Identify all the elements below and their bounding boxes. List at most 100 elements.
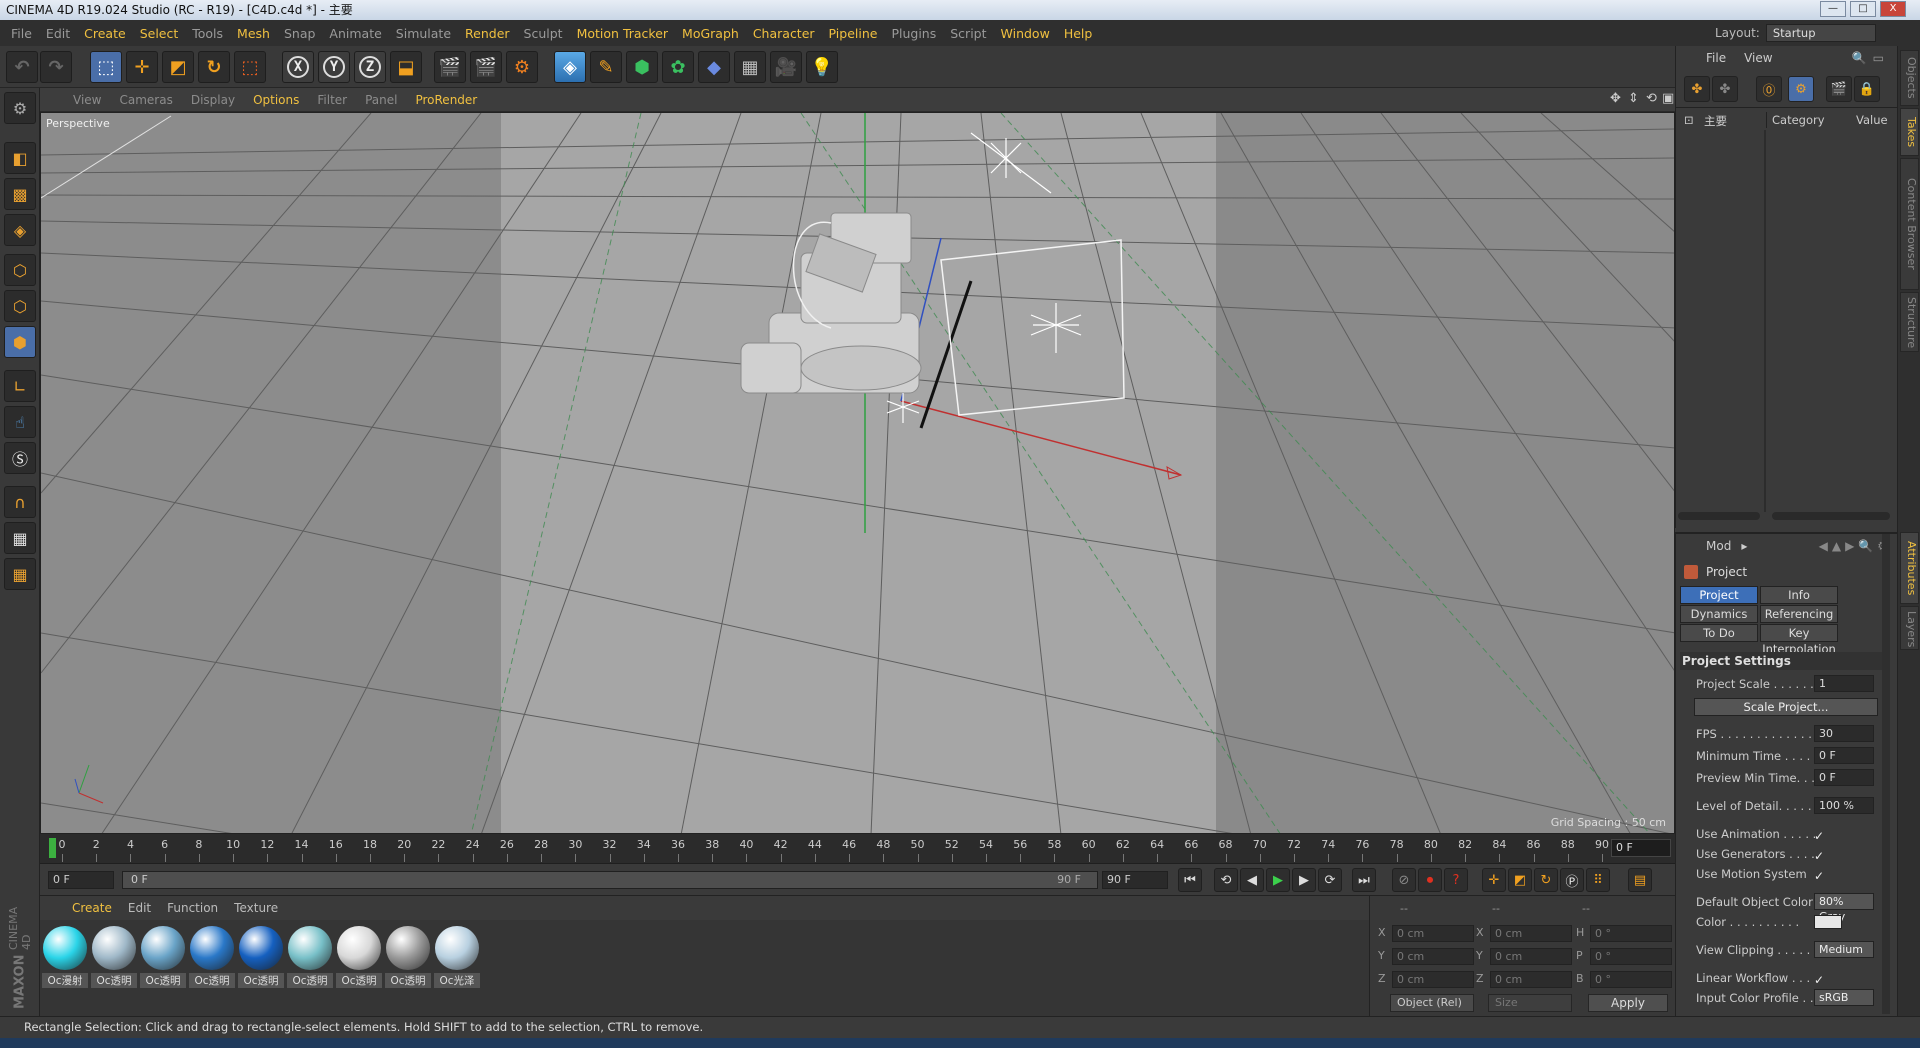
menu-edit[interactable]: Edit [39, 26, 77, 41]
object-menu-file[interactable]: File [1706, 51, 1726, 65]
select-tool-icon[interactable]: ⬚ [90, 51, 122, 83]
maximize-button[interactable]: □ [1850, 1, 1876, 17]
tab-to-do[interactable]: To Do [1680, 624, 1758, 642]
x-axis-lock-icon[interactable]: X [282, 51, 314, 83]
make-editable-icon[interactable]: ⚙ [4, 92, 36, 124]
autokey-icon[interactable]: ? [1444, 868, 1468, 892]
fps-field[interactable]: 30 [1814, 725, 1874, 742]
viewport-menu-options[interactable]: Options [244, 93, 308, 107]
previous-frame-icon[interactable]: ◀ [1240, 868, 1264, 892]
render-picture-viewer-icon[interactable]: 🎬 [470, 51, 502, 83]
start-frame-field[interactable]: 0 F [48, 871, 114, 889]
input-color-profile-dropdown[interactable]: sRGB [1814, 989, 1874, 1006]
attribute-toolbar-icons[interactable]: ◀▲▶🔍⚙ [1819, 539, 1892, 553]
tab-info[interactable]: Info [1760, 586, 1838, 604]
perspective-viewport[interactable]: Perspective Grid Spacing : 50 cm [40, 112, 1675, 834]
default-object-color-dropdown[interactable]: 80% Gray [1814, 893, 1874, 923]
view-clipping-dropdown[interactable]: Medium [1814, 941, 1874, 958]
takes-list[interactable] [1676, 130, 1898, 520]
menu-file[interactable]: File [4, 26, 39, 41]
timeline-ruler[interactable]: 0 2 4 6 8 10 12 14 16 18 20 22 24 26 28 30 32 34 36 38 40 42 4… [40, 834, 1675, 864]
goto-start-icon[interactable]: ⏮ [1178, 868, 1202, 892]
pen-spline-icon[interactable]: ✎ [590, 51, 622, 83]
takes-scrollbar-left[interactable] [1678, 512, 1760, 520]
render-view-icon[interactable]: 🎬 [434, 51, 466, 83]
redo-icon[interactable]: ↷ [40, 51, 72, 83]
cube-object-icon[interactable]: ◈ [554, 51, 586, 83]
rotation-b-field[interactable]: 0 ° [1590, 971, 1672, 988]
record-keys-icon[interactable]: ⏺ [1418, 868, 1442, 892]
camera-icon[interactable]: 🎥 [770, 51, 802, 83]
rotation-h-field[interactable]: 0 ° [1590, 925, 1672, 942]
render-settings-icon[interactable]: ⚙ [506, 51, 538, 83]
side-tab-content-browser[interactable]: Content Browser [1900, 158, 1919, 290]
menu-simulate[interactable]: Simulate [389, 26, 458, 41]
side-tab-takes[interactable]: Takes [1900, 108, 1919, 156]
edges-mode-icon[interactable]: ⬡ [4, 290, 36, 322]
object-manager-tools-icon[interactable]: 🔍▭ [1852, 51, 1890, 65]
tab-dynamics[interactable]: Dynamics [1680, 605, 1758, 623]
material-item[interactable]: Oc透明 [91, 926, 137, 988]
side-tab-layers[interactable]: Layers [1900, 606, 1919, 650]
rotation-p-field[interactable]: 0 ° [1590, 948, 1672, 965]
mograph-cloner-icon[interactable]: ✿ [662, 51, 694, 83]
takes-scrollbar-right[interactable] [1772, 512, 1890, 520]
take-lock-icon[interactable]: 🔒 [1854, 76, 1880, 102]
attribute-mode-menu[interactable]: Mod [1706, 539, 1731, 553]
texture-mode-icon[interactable]: ▩ [4, 178, 36, 210]
viewport-menu-view[interactable]: View [64, 93, 110, 107]
side-tab-attributes[interactable]: Attributes [1900, 532, 1919, 604]
menu-tools[interactable]: Tools [185, 26, 230, 41]
menu-select[interactable]: Select [133, 26, 186, 41]
object-menu-view[interactable]: View [1744, 51, 1772, 65]
next-key-icon[interactable]: ⟳ [1318, 868, 1342, 892]
polygons-mode-icon[interactable]: ⬢ [4, 326, 36, 358]
coordinate-mode-dropdown[interactable]: Object (Rel) [1390, 994, 1474, 1012]
y-axis-lock-icon[interactable]: Y [318, 51, 350, 83]
close-button[interactable]: X [1880, 1, 1906, 17]
material-item[interactable]: Oc透明 [287, 926, 333, 988]
category-column-header[interactable]: Category [1772, 113, 1825, 127]
toggle-layout-icon[interactable]: ▣ [1662, 91, 1674, 106]
menu-pipeline[interactable]: Pipeline [822, 26, 885, 41]
key-rotation-icon[interactable]: ↻ [1534, 868, 1558, 892]
viewport-menu-prorender[interactable]: ProRender [406, 93, 486, 107]
timeline-playhead[interactable] [49, 838, 56, 858]
key-scale-icon[interactable]: ◩ [1508, 868, 1532, 892]
material-item[interactable]: Oc漫射 [42, 926, 88, 988]
end-frame-field[interactable]: 90 F [1102, 871, 1168, 889]
key-position-icon[interactable]: ✛ [1482, 868, 1506, 892]
material-menu-create[interactable]: Create [64, 901, 120, 915]
magnet-icon[interactable]: ∩ [4, 486, 36, 518]
range-slider[interactable]: 0 F 90 F [122, 871, 1098, 889]
motion-record-icon[interactable]: ⊘ [1392, 868, 1416, 892]
material-item[interactable]: Oc透明 [189, 926, 235, 988]
take-override-icon[interactable]: ⓪ [1756, 76, 1782, 102]
take-auto-icon[interactable]: ⚙ [1788, 76, 1814, 102]
side-tab-objects[interactable]: Objects [1900, 50, 1919, 106]
attribute-nav-arrow-icon[interactable]: ▸ [1741, 539, 1747, 553]
position-z-field[interactable]: 0 cm [1392, 971, 1474, 988]
enable-axis-icon[interactable]: ∟ [4, 370, 36, 402]
size-x-field[interactable]: 0 cm [1490, 925, 1572, 942]
menu-animate[interactable]: Animate [322, 26, 388, 41]
model-mode-icon[interactable]: ◧ [4, 142, 36, 174]
position-x-field[interactable]: 0 cm [1392, 925, 1474, 942]
menu-window[interactable]: Window [994, 26, 1057, 41]
material-item[interactable]: Oc透明 [336, 926, 382, 988]
z-axis-lock-icon[interactable]: Z [354, 51, 386, 83]
menu-snap[interactable]: Snap [277, 26, 322, 41]
menu-plugins[interactable]: Plugins [884, 26, 943, 41]
light-icon[interactable]: 💡 [806, 51, 838, 83]
take-clone-icon[interactable]: ✤ [1712, 76, 1738, 102]
project-scale-field[interactable]: 1 [1814, 675, 1874, 692]
points-mode-icon[interactable]: ⬡ [4, 254, 36, 286]
key-parameter-icon[interactable]: Ⓟ [1560, 868, 1584, 892]
zoom-view-icon[interactable]: ⇕ [1628, 91, 1639, 106]
goto-end-icon[interactable]: ⏭ [1352, 868, 1376, 892]
scale-project-button[interactable]: Scale Project... [1694, 698, 1878, 716]
take-tree-icon[interactable]: ⊡ [1684, 113, 1694, 127]
floor-scene-icon[interactable]: ▦ [734, 51, 766, 83]
use-animation-checkbox[interactable]: ✓ [1814, 826, 1824, 846]
key-pla-icon[interactable]: ⠿ [1586, 868, 1610, 892]
